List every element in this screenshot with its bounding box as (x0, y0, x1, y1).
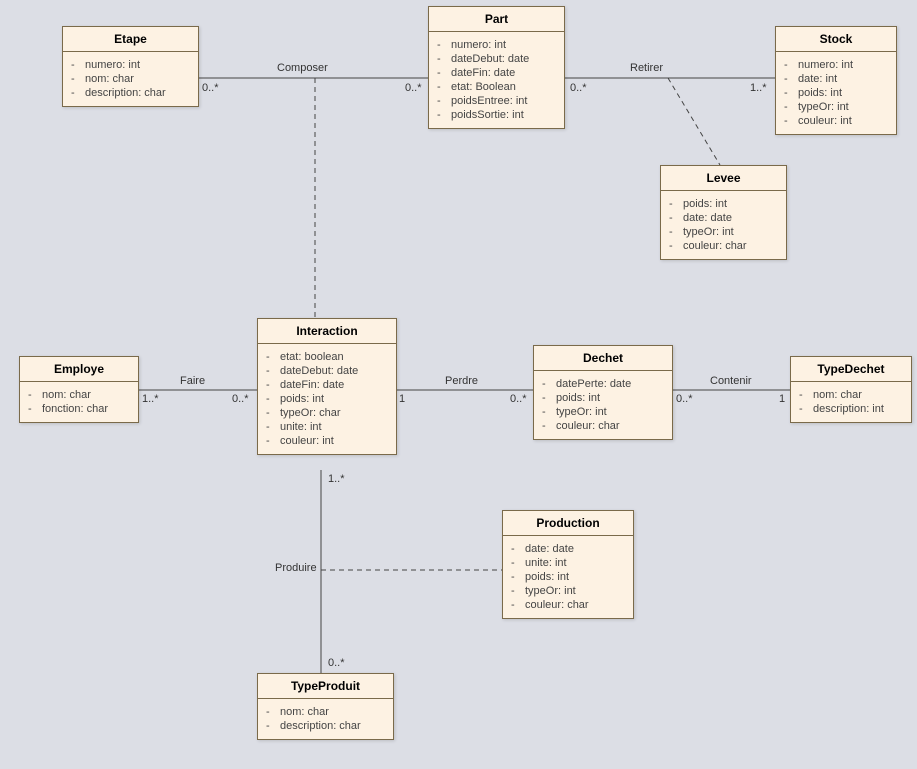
mult-employe-faire: 1..* (142, 393, 159, 405)
class-employe-title: Employe (20, 357, 138, 382)
mult-interaction-faire: 0..* (232, 393, 249, 405)
class-etape: Etape -numero: int -nom: char -descripti… (62, 26, 199, 107)
class-interaction-title: Interaction (258, 319, 396, 344)
mult-interaction-perdre: 1 (399, 393, 405, 405)
class-etape-title: Etape (63, 27, 198, 52)
mult-typedechet-contenir: 1 (779, 393, 785, 405)
class-typeproduit-title: TypeProduit (258, 674, 393, 699)
class-levee: Levee -poids: int -date: date -typeOr: i… (660, 165, 787, 260)
class-dechet: Dechet -datePerte: date -poids: int -typ… (533, 345, 673, 440)
class-levee-title: Levee (661, 166, 786, 191)
mult-part-composer: 0..* (405, 82, 422, 94)
assoc-label-produire: Produire (275, 562, 317, 574)
assoc-label-faire: Faire (180, 375, 205, 387)
class-typedechet: TypeDechet -nom: char -description: int (790, 356, 912, 423)
mult-etape-composer: 0..* (202, 82, 219, 94)
class-production: Production -date: date -unite: int -poid… (502, 510, 634, 619)
assoc-retirer-levee (668, 78, 720, 165)
assoc-label-perdre: Perdre (445, 375, 478, 387)
class-part: Part -numero: int -dateDebut: date -date… (428, 6, 565, 129)
mult-stock-retirer: 1..* (750, 82, 767, 94)
class-employe: Employe -nom: char -fonction: char (19, 356, 139, 423)
class-production-title: Production (503, 511, 633, 536)
assoc-label-contenir: Contenir (710, 375, 752, 387)
mult-dechet-contenir: 0..* (676, 393, 693, 405)
assoc-label-retirer: Retirer (630, 62, 663, 74)
mult-part-retirer: 0..* (570, 82, 587, 94)
class-stock: Stock -numero: int -date: int -poids: in… (775, 26, 897, 135)
mult-typeproduit-produire: 0..* (328, 657, 345, 669)
mult-interaction-produire: 1..* (328, 473, 345, 485)
class-typedechet-title: TypeDechet (791, 357, 911, 382)
class-typeproduit: TypeProduit -nom: char -description: cha… (257, 673, 394, 740)
class-stock-title: Stock (776, 27, 896, 52)
assoc-label-composer: Composer (277, 62, 328, 74)
class-interaction: Interaction -etat: boolean -dateDebut: d… (257, 318, 397, 455)
mult-dechet-perdre: 0..* (510, 393, 527, 405)
class-part-title: Part (429, 7, 564, 32)
class-dechet-title: Dechet (534, 346, 672, 371)
